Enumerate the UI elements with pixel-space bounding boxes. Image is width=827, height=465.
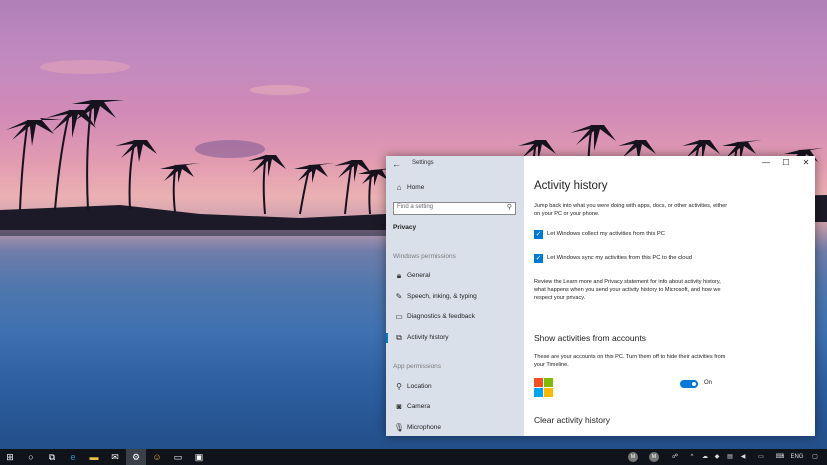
- store-bag-icon: ✉: [111, 452, 119, 462]
- onedrive-icon[interactable]: ☁: [700, 449, 710, 465]
- nav-item-label: Camera: [407, 403, 431, 410]
- volume-icon[interactable]: ◀: [738, 449, 748, 465]
- back-button[interactable]: ←: [392, 158, 406, 170]
- nav-item-microphone[interactable]: 🎙︎ Microphone: [386, 419, 524, 437]
- app-permissions-label: App permissions: [393, 363, 442, 370]
- nav-item-label: Diagnostics & feedback: [407, 313, 475, 320]
- back-arrow-icon: ←: [392, 159, 401, 169]
- settings-window: ← Settings ⌂ Home Find a setting ⚲ Priva…: [386, 156, 815, 436]
- nav-item-label: Microphone: [407, 424, 441, 431]
- settings-content: — ☐ ✕ Activity history Jump back into wh…: [524, 156, 815, 436]
- checkmark-icon: ✓: [534, 254, 543, 263]
- speech-icon: ✎: [395, 292, 403, 301]
- keyboard-icon[interactable]: ⌨: [773, 449, 787, 465]
- nav-home[interactable]: ⌂ Home: [386, 179, 524, 197]
- nav-item-activity-history[interactable]: ⧉ Activity history: [386, 329, 524, 347]
- app-taskbar-button[interactable]: ☺: [147, 449, 167, 465]
- edge-icon: e: [70, 452, 76, 462]
- window-title: Settings: [412, 160, 434, 166]
- checkmark-icon: ✓: [534, 230, 543, 239]
- terminal-taskbar-button[interactable]: ▭: [168, 449, 188, 465]
- intro-text: Jump back into what you were doing with …: [534, 203, 728, 217]
- cortana-button[interactable]: ○: [21, 449, 41, 465]
- app-icon: ☺: [152, 452, 162, 462]
- nav-item-camera[interactable]: ◙ Camera: [386, 398, 524, 416]
- settings-taskbar-button[interactable]: ⚙: [126, 449, 146, 465]
- home-icon: ⌂: [396, 183, 402, 192]
- checkbox-label: Let Windows collect my activities from t…: [547, 231, 665, 237]
- folder-icon: ▬: [89, 452, 99, 462]
- store-taskbar-button[interactable]: ✉: [105, 449, 125, 465]
- accounts-heading: Show activities from accounts: [534, 333, 646, 343]
- feedback-icon: ▭: [395, 312, 403, 321]
- language-indicator[interactable]: ENG: [789, 449, 805, 465]
- task-view-button[interactable]: ⧉: [42, 449, 62, 465]
- search-placeholder: Find a setting: [397, 204, 434, 210]
- nav-item-label: General: [407, 272, 431, 279]
- nav-home-label: Home: [407, 184, 425, 191]
- people-icon[interactable]: ☍: [670, 449, 680, 465]
- checkbox-label: Let Windows sync my activities from this…: [547, 255, 692, 261]
- maximize-button[interactable]: ☐: [776, 156, 796, 170]
- minimize-button[interactable]: —: [756, 156, 776, 170]
- section-title-privacy: Privacy: [393, 224, 417, 231]
- settings-nav-pane: ← Settings ⌂ Home Find a setting ⚲ Priva…: [386, 156, 524, 436]
- task-view-icon: ⧉: [48, 452, 56, 462]
- lock-icon: 🔒︎: [396, 271, 402, 280]
- avatar[interactable]: M: [628, 452, 638, 462]
- network-icon[interactable]: ▤: [725, 449, 735, 465]
- show-hidden-icons-chevron-icon[interactable]: ^: [687, 449, 697, 465]
- window-app-icon: ▣: [194, 452, 204, 462]
- microphone-icon: 🎙︎: [393, 423, 405, 432]
- edge-taskbar-button[interactable]: e: [63, 449, 83, 465]
- search-icon: ⚲: [506, 204, 512, 211]
- windows-logo-icon: ⊞: [6, 452, 14, 462]
- avatar[interactable]: M: [649, 452, 659, 462]
- security-icon[interactable]: ◆: [712, 449, 722, 465]
- nav-item-speech[interactable]: ✎ Speech, inking, & typing: [386, 288, 524, 306]
- taskbar: ⊞ ○ ⧉ e ▬ ✉ ⚙ ☺ ▭ ▣ M M ☍ ^ ☁ ◆ ▤ ◀ ▭ ⌨ …: [0, 449, 827, 465]
- terminal-icon: ▭: [173, 452, 183, 462]
- find-setting-search[interactable]: Find a setting ⚲: [393, 202, 516, 215]
- app-taskbar-button-2[interactable]: ▣: [189, 449, 209, 465]
- accounts-description: These are your accounts on this PC. Turn…: [534, 354, 726, 368]
- start-button[interactable]: ⊞: [0, 449, 20, 465]
- nav-item-general[interactable]: 🔒︎ General: [386, 267, 524, 285]
- action-center-icon[interactable]: ▢: [808, 449, 822, 465]
- windows-permissions-label: Windows permissions: [393, 253, 456, 260]
- close-button[interactable]: ✕: [796, 156, 815, 170]
- nav-item-diagnostics[interactable]: ▭ Diagnostics & feedback: [386, 308, 524, 326]
- nav-item-label: Location: [407, 383, 432, 390]
- nav-item-label: Activity history: [407, 334, 449, 341]
- privacy-review-text: Review the Learn more and Privacy statem…: [534, 279, 721, 301]
- timeline-icon: ⧉: [396, 333, 402, 342]
- cortana-icon: ○: [28, 452, 34, 462]
- nav-item-label: Speech, inking, & typing: [407, 293, 477, 300]
- battery-icon[interactable]: ▭: [754, 449, 768, 465]
- gear-icon: ⚙: [131, 452, 141, 462]
- page-title: Activity history: [534, 180, 608, 192]
- toggle-state-label: On: [704, 380, 713, 386]
- camera-icon: ◙: [396, 402, 402, 411]
- location-icon: ⚲: [396, 382, 402, 391]
- microsoft-account-icon: [534, 378, 553, 397]
- file-explorer-taskbar-button[interactable]: ▬: [84, 449, 104, 465]
- account-activities-toggle[interactable]: [680, 380, 698, 388]
- nav-item-location[interactable]: ⚲ Location: [386, 378, 524, 396]
- clear-history-heading: Clear activity history: [534, 415, 611, 425]
